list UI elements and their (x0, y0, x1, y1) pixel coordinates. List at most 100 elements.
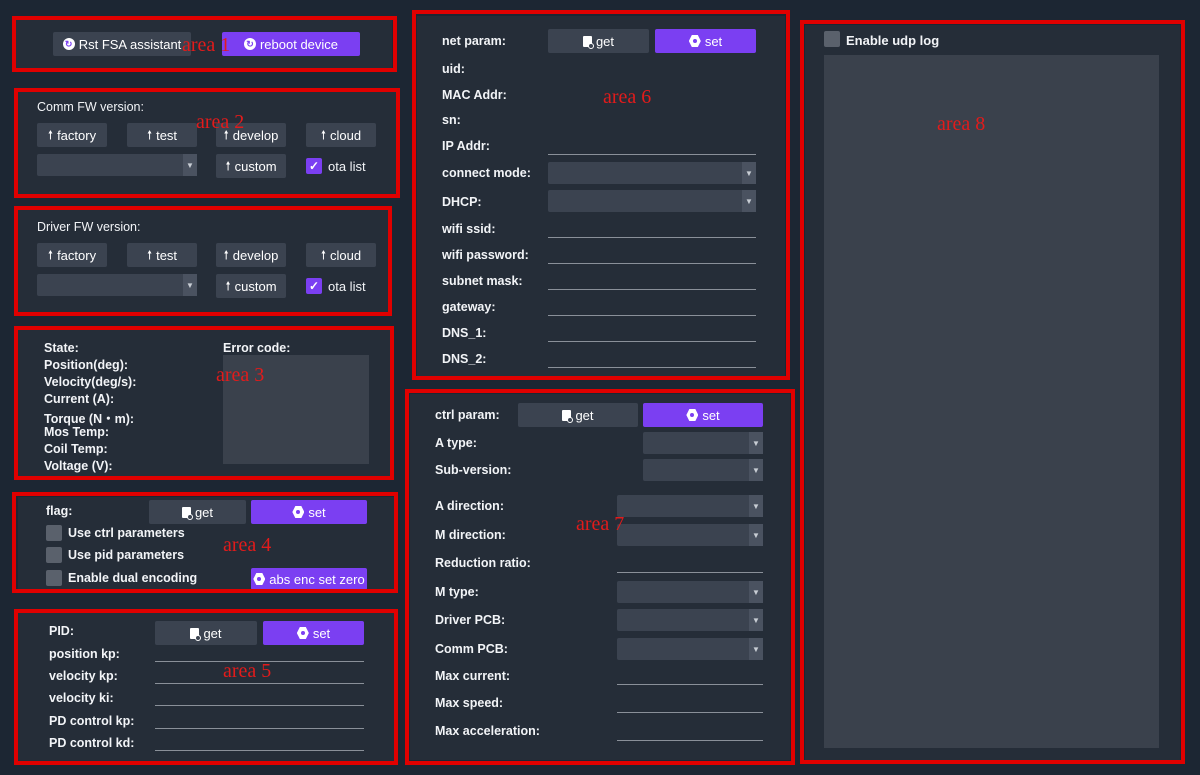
ctrl-param-title: ctrl param: (435, 408, 500, 422)
m-type-label: M type: (435, 585, 479, 599)
ctrl-get-button[interactable]: get (518, 403, 638, 427)
pd-control-kd-label: PD control kd: (49, 736, 135, 750)
dns1-input[interactable] (548, 324, 756, 342)
settings-icon (253, 573, 266, 585)
m-direction-select[interactable]: ▼ (617, 524, 763, 546)
document-icon (181, 506, 193, 520)
reset-icon: ↻ (62, 38, 75, 50)
settings-icon (296, 627, 309, 639)
driver-fw-ota-list-label: ota list (328, 279, 366, 294)
area3-label: area 3 (216, 364, 265, 386)
wifi-ssid-label: wifi ssid: (442, 222, 496, 236)
driver-fw-version-select[interactable]: ▼ (37, 274, 197, 296)
chevron-down-icon: ▼ (749, 459, 763, 481)
udp-log-textarea[interactable] (824, 55, 1159, 748)
connect-mode-select[interactable]: ▼ (548, 162, 756, 184)
pd-control-kp-label: PD control kp: (49, 714, 135, 728)
pid-get-button[interactable]: get (155, 621, 257, 645)
velocity-ki-input[interactable] (155, 688, 364, 706)
area7-label: area 7 (576, 513, 625, 535)
dns1-label: DNS_1: (442, 326, 487, 340)
current-label: Current (A): (44, 392, 115, 406)
position-kp-label: position kp: (49, 647, 120, 661)
driver-fw-develop-button[interactable]: 🠕 develop (216, 243, 286, 267)
rst-fsa-assistant-button[interactable]: ↻ Rst FSA assistant (53, 32, 191, 56)
upload-arrow-icon: 🠕 (146, 248, 153, 262)
net-set-button[interactable]: set (655, 29, 756, 53)
chevron-down-icon: ▼ (749, 524, 763, 546)
a-type-select[interactable]: ▼ (643, 432, 763, 454)
a-type-label: A type: (435, 436, 477, 450)
flag-title: flag: (46, 504, 73, 518)
driver-fw-factory-button[interactable]: 🠕 factory (37, 243, 107, 267)
sub-version-label: Sub-version: (435, 463, 512, 477)
m-direction-label: M direction: (435, 528, 506, 542)
driver-fw-test-button[interactable]: 🠕 test (127, 243, 197, 267)
settings-icon (292, 506, 305, 518)
driver-fw-title: Driver FW version: (37, 220, 141, 234)
m-type-select[interactable]: ▼ (617, 581, 763, 603)
upload-arrow-icon: 🠕 (320, 128, 327, 142)
max-current-input[interactable] (617, 667, 763, 685)
document-icon (190, 627, 202, 641)
pd-control-kp-input[interactable] (155, 711, 364, 729)
comm-fw-ota-list-label: ota list (328, 159, 366, 174)
abs-enc-set-zero-button[interactable]: abs enc set zero (251, 568, 367, 590)
max-acceleration-input[interactable] (617, 723, 763, 741)
a-direction-label: A direction: (435, 499, 504, 513)
gateway-label: gateway: (442, 300, 496, 314)
comm-fw-test-button[interactable]: 🠕 test (127, 123, 197, 147)
driver-fw-cloud-button[interactable]: 🠕 cloud (306, 243, 376, 267)
enable-dual-encoding-checkbox[interactable] (46, 570, 62, 586)
upload-arrow-icon: 🠕 (146, 128, 153, 142)
comm-pcb-select[interactable]: ▼ (617, 638, 763, 660)
area1-label: area 1 (182, 34, 231, 56)
driver-fw-custom-button[interactable]: 🠕 custom (216, 274, 286, 298)
subnet-mask-label: subnet mask: (442, 274, 523, 288)
comm-fw-cloud-button[interactable]: 🠕 cloud (306, 123, 376, 147)
comm-fw-version-select[interactable]: ▼ (37, 154, 197, 176)
net-get-button[interactable]: get (548, 29, 649, 53)
ctrl-set-button[interactable]: set (643, 403, 763, 427)
ip-addr-input[interactable] (548, 137, 756, 155)
max-speed-input[interactable] (617, 695, 763, 713)
wifi-password-label: wifi password: (442, 248, 529, 262)
subnet-mask-input[interactable] (548, 272, 756, 290)
reduction-ratio-input[interactable] (617, 555, 763, 573)
gateway-input[interactable] (548, 298, 756, 316)
enable-udp-log-checkbox[interactable] (824, 31, 840, 47)
comm-fw-title: Comm FW version: (37, 100, 144, 114)
error-code-label: Error code: (223, 341, 291, 355)
state-label: State: (44, 341, 79, 355)
comm-fw-custom-button[interactable]: 🠕 custom (216, 154, 286, 178)
max-current-label: Max current: (435, 669, 511, 683)
comm-fw-factory-button[interactable]: 🠕 factory (37, 123, 107, 147)
sub-version-select[interactable]: ▼ (643, 459, 763, 481)
uid-label: uid: (442, 62, 465, 76)
dhcp-label: DHCP: (442, 195, 482, 209)
dhcp-select[interactable]: ▼ (548, 190, 756, 212)
chevron-down-icon: ▼ (749, 638, 763, 660)
chevron-down-icon: ▼ (749, 495, 763, 517)
wifi-password-input[interactable] (548, 246, 756, 264)
chevron-down-icon: ▼ (749, 581, 763, 603)
flag-set-button[interactable]: set (251, 500, 367, 524)
use-ctrl-parameters-checkbox[interactable] (46, 525, 62, 541)
dns2-input[interactable] (548, 350, 756, 368)
use-pid-parameters-checkbox[interactable] (46, 547, 62, 563)
pid-title: PID: (49, 624, 74, 638)
pid-set-button[interactable]: set (263, 621, 364, 645)
pd-control-kd-input[interactable] (155, 733, 364, 751)
flag-get-button[interactable]: get (149, 500, 246, 524)
a-direction-select[interactable]: ▼ (617, 495, 763, 517)
ip-addr-label: IP Addr: (442, 139, 490, 153)
enable-dual-encoding-label: Enable dual encoding (68, 571, 198, 585)
document-icon (562, 409, 574, 423)
chevron-down-icon: ▼ (749, 432, 763, 454)
wifi-ssid-input[interactable] (548, 220, 756, 238)
comm-fw-ota-list-checkbox[interactable]: ✓ (306, 158, 322, 174)
driver-fw-ota-list-checkbox[interactable]: ✓ (306, 278, 322, 294)
driver-pcb-select[interactable]: ▼ (617, 609, 763, 631)
reboot-device-button[interactable]: ↻ reboot device (222, 32, 360, 56)
chevron-down-icon: ▼ (183, 154, 197, 176)
